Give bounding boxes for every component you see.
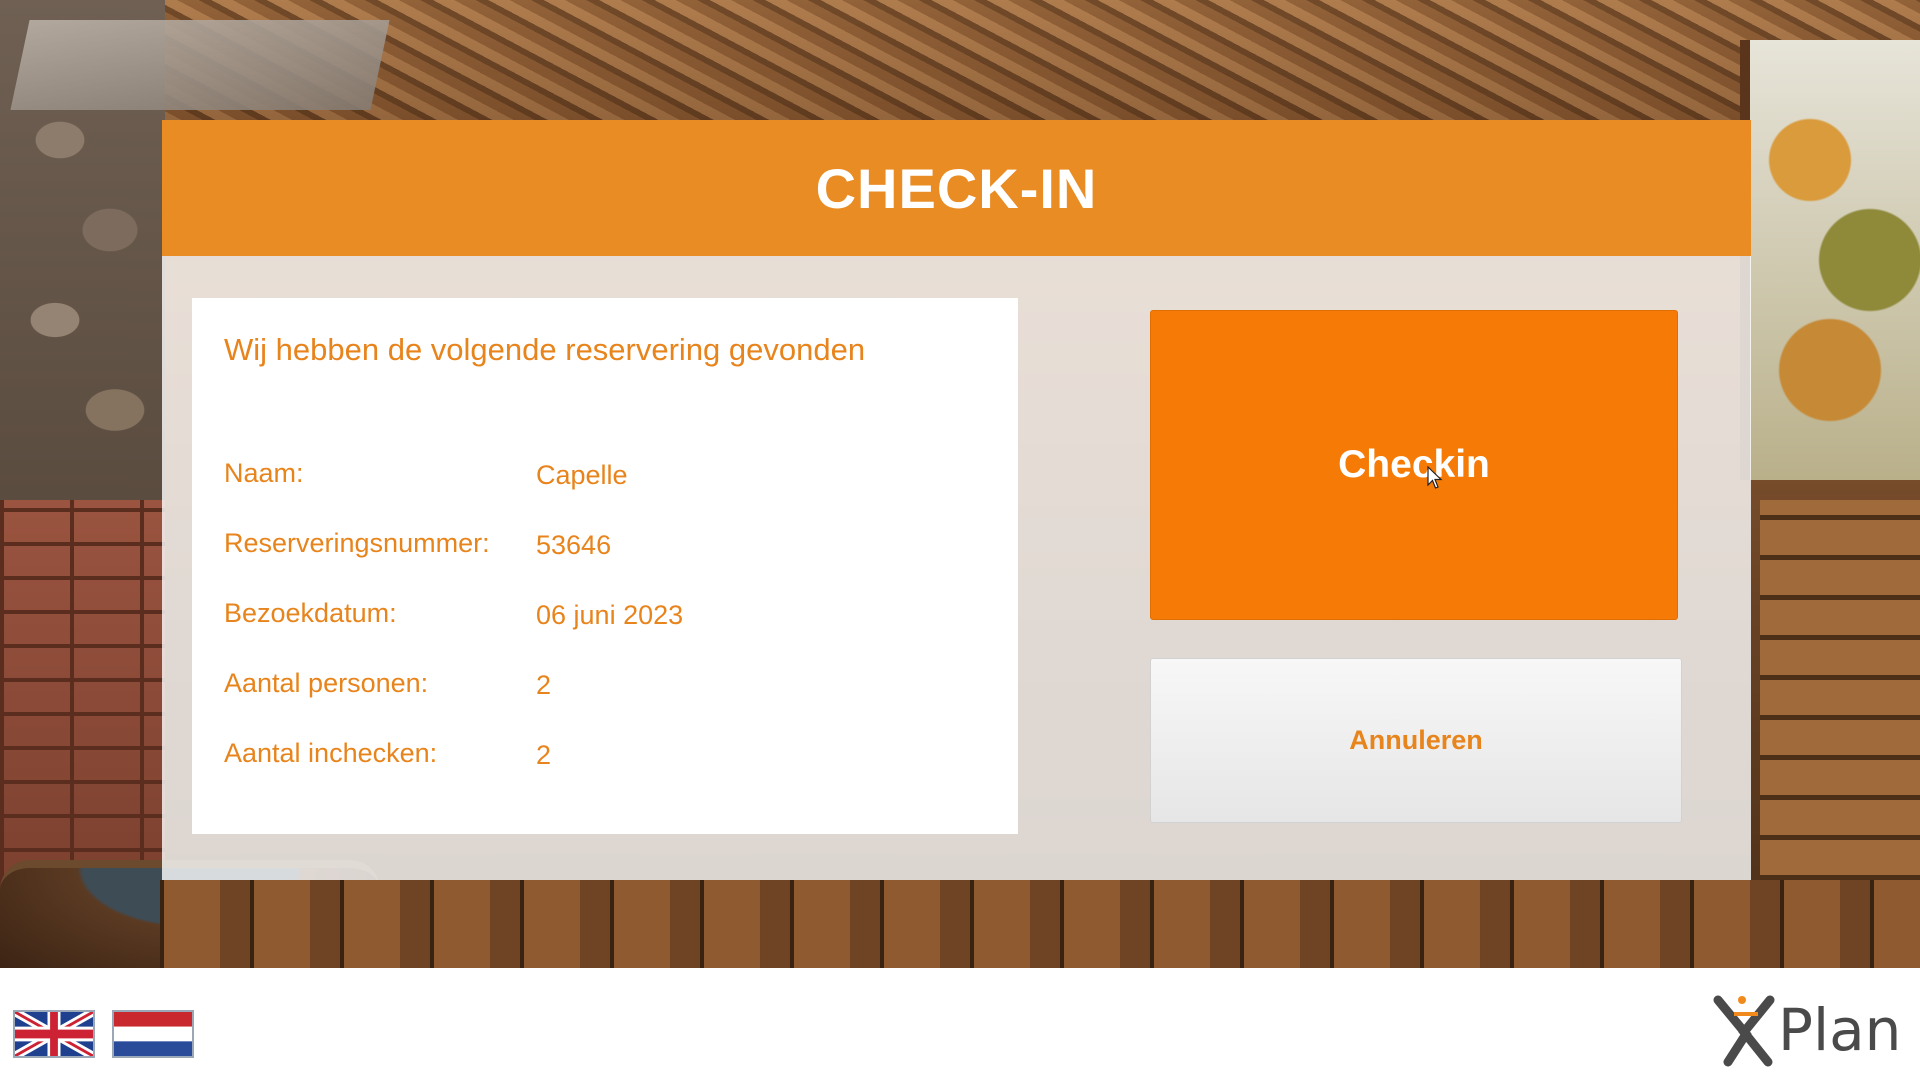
shelf-decoration	[10, 20, 390, 110]
language-english-button[interactable]	[13, 1010, 95, 1058]
detail-label: Reserveringsnummer:	[224, 528, 490, 558]
reservation-card: Wij hebben de volgende reservering gevon…	[192, 298, 1018, 834]
checkin-button-label: Checkin	[1338, 443, 1490, 486]
detail-label: Naam:	[224, 458, 304, 488]
detail-value: 2	[536, 670, 552, 700]
detail-value: 2	[536, 740, 552, 770]
window-decoration	[1740, 40, 1920, 480]
dialog-title: CHECK-IN	[815, 156, 1098, 220]
floor-decoration	[160, 880, 1920, 968]
reservation-heading: Wij hebben de volgende reservering gevon…	[224, 332, 866, 367]
checkin-dialog: CHECK-IN Wij hebben de volgende reserver…	[162, 120, 1751, 880]
detail-value: 06 juni 2023	[536, 600, 684, 630]
footer: Plan	[0, 968, 1920, 1080]
uk-flag-icon	[15, 1012, 93, 1056]
cancel-button[interactable]: Annuleren	[1150, 658, 1682, 823]
cancel-button-label: Annuleren	[1349, 725, 1483, 755]
detail-value: Capelle	[536, 460, 628, 490]
nl-flag-icon	[114, 1012, 192, 1056]
dialog-header: CHECK-IN	[162, 120, 1751, 256]
language-dutch-button[interactable]	[112, 1010, 194, 1058]
bench-decoration	[1760, 500, 1920, 880]
dialog-body: Wij hebben de volgende reservering gevon…	[162, 256, 1751, 880]
mouse-cursor-icon	[1427, 466, 1443, 489]
x-logo-icon	[1713, 995, 1775, 1067]
logo-text: Plan	[1778, 996, 1902, 1064]
detail-value: 53646	[536, 530, 612, 560]
xplan-logo: Plan	[1706, 990, 1902, 1070]
detail-label: Bezoekdatum:	[224, 598, 397, 628]
brick-wall-decoration	[0, 500, 165, 920]
detail-label: Aantal inchecken:	[224, 738, 438, 768]
checkin-button[interactable]: Checkin	[1150, 310, 1678, 620]
detail-label: Aantal personen:	[224, 668, 429, 698]
